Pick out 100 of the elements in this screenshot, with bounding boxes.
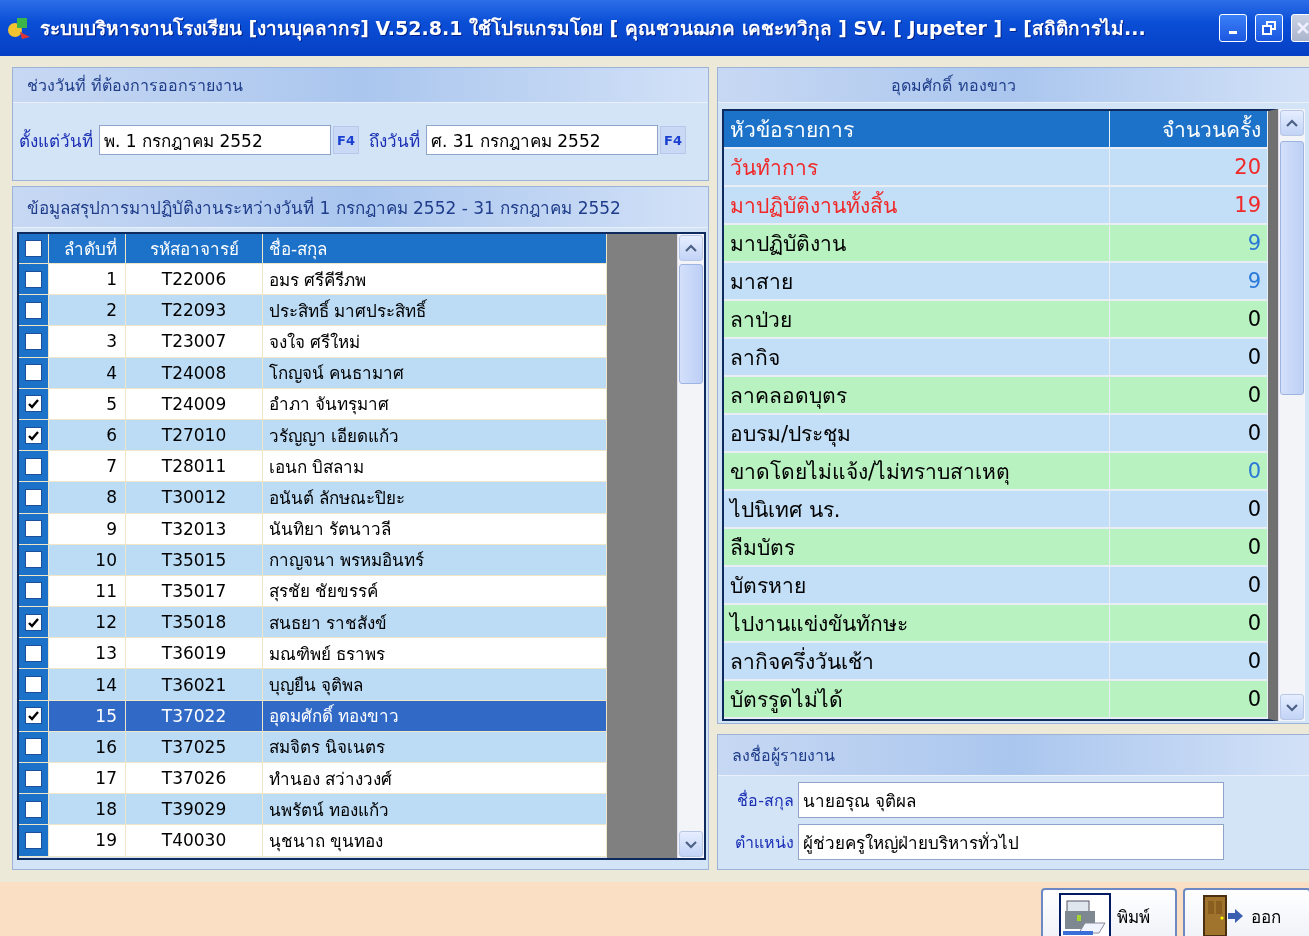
- table-row[interactable]: 5 T24009 อำภา จันทรุมาศ: [19, 388, 607, 420]
- checkbox[interactable]: [25, 831, 42, 849]
- checkbox[interactable]: [25, 769, 42, 787]
- field-label: ถึงวันที่: [369, 128, 420, 153]
- table-cell: ประสิทธิ์ มาศประสิทธิ์: [263, 295, 607, 326]
- checkbox[interactable]: [25, 613, 42, 631]
- input-field[interactable]: นายอรุณ จุติผล: [798, 782, 1224, 819]
- table-cell: 0: [1110, 377, 1268, 413]
- checkbox[interactable]: [25, 426, 42, 444]
- print-button[interactable]: พิมพ์: [1041, 888, 1177, 936]
- table-cell: T30012: [126, 482, 263, 513]
- checkbox[interactable]: [25, 240, 42, 257]
- checkbox[interactable]: [25, 270, 42, 288]
- checkbox[interactable]: [25, 800, 42, 818]
- checkbox[interactable]: [25, 582, 42, 600]
- check-icon: [27, 709, 40, 723]
- table-row[interactable]: 2 T22093 ประสิทธิ์ มาศประสิทธิ์: [19, 295, 607, 327]
- door-exit-icon: [1201, 894, 1245, 936]
- checkbox[interactable]: [25, 364, 42, 382]
- table-cell: T28011: [126, 451, 263, 482]
- table-row[interactable]: 19 T40030 นุชนาถ ขุนทอง: [19, 825, 607, 857]
- checkbox[interactable]: [25, 395, 42, 413]
- checkbox[interactable]: [25, 551, 42, 569]
- table-cell: 0: [1110, 567, 1268, 603]
- table-row[interactable]: 9 T32013 นันทิยา รัตนาวลี: [19, 513, 607, 545]
- table-row[interactable]: 16 T37025 สมจิตร นิจเนตร: [19, 731, 607, 763]
- date-field[interactable]: ศ. 31 กรกฎาคม 2552: [426, 125, 658, 155]
- scroll-down-button[interactable]: [679, 831, 703, 857]
- table-cell: T37026: [126, 763, 263, 794]
- check-icon: [27, 397, 40, 411]
- table-row[interactable]: 8 T30012 อนันต์ ลักษณะปิยะ: [19, 482, 607, 514]
- table-row[interactable]: 3 T23007 จงใจ ศรีใหม่: [19, 326, 607, 358]
- minimize-button[interactable]: [1219, 14, 1247, 42]
- panel-header: อุดมศักดิ์ ทองขาว: [718, 68, 1309, 103]
- scroll-up-button[interactable]: [679, 235, 703, 261]
- date-field[interactable]: พ. 1 กรกฎาคม 2552: [99, 125, 331, 155]
- column-header[interactable]: รหัสอาจารย์: [126, 234, 263, 263]
- table-cell: 0: [1110, 529, 1268, 565]
- table-cell: 0: [1110, 643, 1268, 679]
- date-picker-button[interactable]: F4: [333, 126, 359, 154]
- column-header[interactable]: ลำดับที่: [49, 234, 126, 263]
- table-row[interactable]: 13 T36019 มณฑิพย์ ธราพร: [19, 638, 607, 670]
- scroll-thumb[interactable]: [1280, 141, 1304, 395]
- scroll-thumb[interactable]: [679, 264, 703, 384]
- table-row[interactable]: 15 T37022 อุดมศักดิ์ ทองขาว: [19, 700, 607, 732]
- checkbox[interactable]: [25, 488, 42, 506]
- field-label: ชื่อ-สกุล: [736, 789, 795, 813]
- table-cell: 1: [49, 264, 126, 295]
- checkbox[interactable]: [25, 738, 42, 756]
- table-row[interactable]: 12 T35018 สนธยา ราชสังข์: [19, 607, 607, 639]
- scroll-down-button[interactable]: [1280, 694, 1304, 720]
- window-title: ระบบบริหารงานโรงเรียน [งานบุคลากร] V.52.8.1 ใช้โปรแกรมโดย [ คุณชวนฌภค เคชะทวิกุล ] SV. [ Jupeter ] - [สถิติการไม่...: [40, 16, 1147, 43]
- table-cell: นพรัตน์ ทองแก้ว: [263, 794, 607, 825]
- table-cell: อมร ศรีคีรีภพ: [263, 264, 607, 295]
- table-cell: T23007: [126, 326, 263, 357]
- scroll-up-button[interactable]: [1280, 110, 1304, 136]
- column-header[interactable]: หัวข้อรายการ: [724, 111, 1110, 147]
- checkbox[interactable]: [25, 520, 42, 538]
- checkbox[interactable]: [25, 457, 42, 475]
- table-row[interactable]: 11 T35017 สุรชัย ชัยขรรค์: [19, 575, 607, 608]
- table-cell: บุญยืน จุติพล: [263, 669, 607, 700]
- table-cell: อำภา จันทรุมาศ: [263, 388, 607, 419]
- table-row[interactable]: 10 T35015 กาญจนา พรหมอินทร์: [19, 544, 607, 576]
- table-cell: โกญจน์ คนธามาศ: [263, 357, 607, 388]
- table-row[interactable]: 14 T36021 บุญยืน จุติพล: [19, 669, 607, 701]
- table-row[interactable]: 18 T39029 นพรัตน์ ทองแก้ว: [19, 794, 607, 826]
- table-cell: กาญจนา พรหมอินทร์: [263, 544, 607, 575]
- panel-header: ช่วงวันที่ ที่ต้องการออกรายงาน: [13, 68, 708, 103]
- input-field[interactable]: ผู้ช่วยครูใหญ่ฝ่ายบริหารทั่วไป: [798, 824, 1224, 861]
- date-picker-button[interactable]: F4: [660, 126, 686, 154]
- checkbox[interactable]: [25, 332, 42, 350]
- checkbox[interactable]: [25, 676, 42, 694]
- restore-button[interactable]: [1255, 14, 1283, 42]
- table-cell: T24009: [126, 388, 263, 419]
- table-cell: T24008: [126, 357, 263, 388]
- table-row[interactable]: 17 T37026 ทำนอง สว่างวงศ์: [19, 763, 607, 795]
- table-cell: T40030: [126, 825, 263, 856]
- table-cell: 16: [49, 731, 126, 762]
- table-row[interactable]: 1 T22006 อมร ศรีคีรีภพ: [19, 264, 607, 296]
- printer-icon: [1059, 893, 1111, 936]
- table-row[interactable]: 4 T24008 โกญจน์ คนธามาศ: [19, 357, 607, 389]
- table-cell: T36019: [126, 638, 263, 669]
- table-cell: 18: [49, 794, 126, 825]
- table-cell: 0: [1110, 415, 1268, 451]
- column-header[interactable]: จำนวนครั้ง: [1110, 111, 1268, 147]
- exit-button[interactable]: ออก: [1183, 888, 1309, 936]
- table-cell: 19: [1110, 187, 1268, 223]
- scrollbar[interactable]: [677, 234, 704, 858]
- checkbox[interactable]: [25, 707, 42, 725]
- table-row[interactable]: 6 T27010 วรัญญา เอียดแก้ว: [19, 419, 607, 452]
- panel-header: ข้อมูลสรุปการมาปฏิบัติงานระหว่างวันที่ 1 กรกฎาคม 2552 - 31 กรกฎาคม 2552: [13, 187, 708, 228]
- table-cell: สุรชัย ชัยขรรค์: [263, 575, 607, 607]
- table-cell: 11: [49, 575, 126, 607]
- table-cell: สมจิตร นิจเนตร: [263, 731, 607, 762]
- scrollbar[interactable]: [1278, 109, 1305, 721]
- checkbox[interactable]: [25, 301, 42, 319]
- table-cell: 12: [49, 607, 126, 638]
- table-cell: ไปงานแข่งขันทักษะ: [724, 605, 1110, 641]
- checkbox[interactable]: [25, 644, 42, 662]
- table-row[interactable]: 7 T28011 เอนก บิสลาม: [19, 451, 607, 483]
